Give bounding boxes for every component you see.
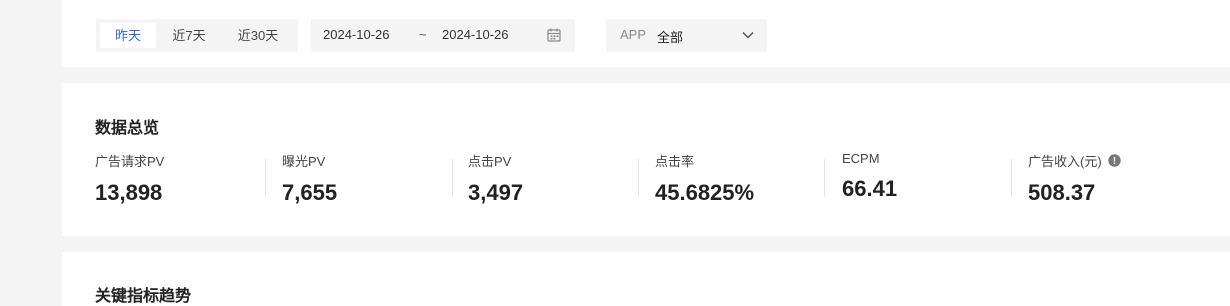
chevron-down-icon[interactable] — [742, 30, 754, 40]
metric-divider — [265, 159, 266, 197]
metric-click-rate: 点击率 45.6825% — [655, 151, 754, 209]
metric-click-pv: 点击PV 3,497 — [468, 151, 523, 209]
key-metrics-trend-panel: 关键指标趋势 — [62, 252, 1230, 306]
metric-value: 45.6825% — [655, 180, 755, 205]
metric-label: 广告收入(元) — [1028, 154, 1102, 169]
data-overview-panel: 数据总览 广告请求PV 13,898 曝光PV 7,655 点击PV 3,497… — [62, 83, 1230, 236]
metric-value: 13,898 — [95, 180, 163, 205]
section-title-overview: 数据总览 — [95, 120, 160, 137]
date-range-start[interactable]: 2024-10-26 — [323, 27, 390, 42]
date-range-separator: ~ — [419, 27, 427, 42]
metric-divider — [638, 159, 639, 197]
app-select[interactable]: APP 全部 — [606, 19, 767, 52]
metric-label: 广告请求PV — [95, 154, 165, 169]
info-icon[interactable] — [1107, 154, 1121, 167]
metric-divider — [824, 159, 825, 197]
app-select-value[interactable]: 全部 — [657, 27, 683, 46]
metric-divider — [452, 159, 453, 197]
section-title-trend: 关键指标趋势 — [95, 288, 192, 305]
tab-last-30-days[interactable]: 近30天 — [222, 23, 294, 48]
tab-yesterday[interactable]: 昨天 — [100, 23, 156, 48]
filter-bar: 昨天 近7天 近30天 2024-10-26 ~ 2024-10-26 APP … — [62, 0, 1230, 67]
calendar-icon[interactable] — [547, 28, 561, 42]
date-range-end[interactable]: 2024-10-26 — [442, 27, 509, 42]
metric-ad-revenue: 广告收入(元) 508.37 — [1028, 151, 1121, 209]
metric-label: 点击率 — [655, 154, 695, 169]
metric-value: 3,497 — [468, 180, 524, 205]
app-select-label: APP — [620, 27, 647, 42]
metric-label-row: 广告收入(元) — [1028, 151, 1121, 170]
metric-exposure-pv: 曝光PV 7,655 — [282, 151, 337, 209]
metric-value: 7,655 — [282, 180, 338, 205]
date-range-picker[interactable]: 2024-10-26 ~ 2024-10-26 — [311, 19, 575, 52]
metric-value: 508.37 — [1028, 180, 1096, 205]
metric-label: 曝光PV — [282, 154, 326, 169]
metric-ad-request-pv: 广告请求PV 13,898 — [95, 151, 164, 209]
tab-last-7-days[interactable]: 近7天 — [156, 23, 222, 48]
metric-divider — [1011, 159, 1012, 197]
metric-value: 66.41 — [842, 176, 898, 201]
date-preset-tabs: 昨天 近7天 近30天 — [96, 19, 298, 52]
metric-label: 点击PV — [468, 154, 512, 169]
metric-label: ECPM — [842, 151, 880, 166]
metric-ecpm: ECPM 66.41 — [842, 151, 897, 209]
